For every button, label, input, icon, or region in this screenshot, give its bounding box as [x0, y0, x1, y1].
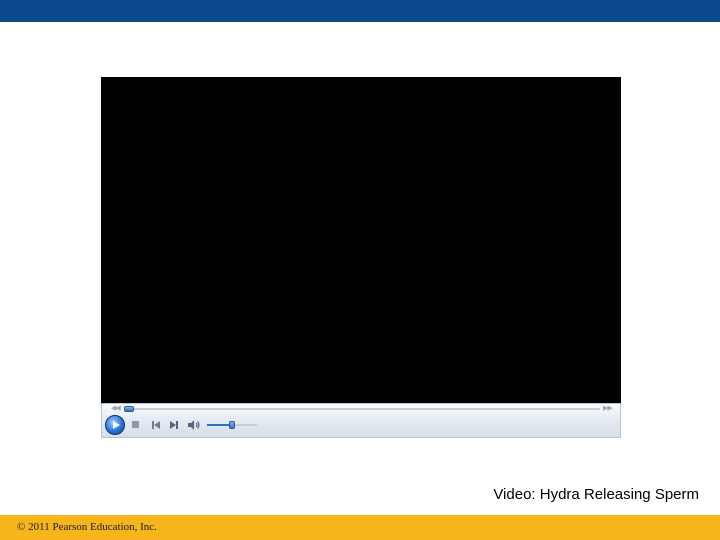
seek-row: ◀◀ ▶▶: [102, 404, 620, 415]
stop-icon[interactable]: [132, 421, 139, 428]
volume-thumb[interactable]: [229, 421, 235, 429]
footer-bar: © 2011 Pearson Education, Inc.: [0, 515, 720, 540]
seek-thumb[interactable]: [124, 406, 134, 412]
fast-forward-icon[interactable]: ▶▶: [603, 405, 613, 413]
next-icon[interactable]: [170, 421, 179, 429]
seek-bar[interactable]: [129, 408, 600, 410]
volume-icon[interactable]: [188, 420, 200, 430]
volume-slider[interactable]: [207, 421, 257, 429]
video-caption: Video: Hydra Releasing Sperm: [493, 486, 699, 503]
button-row: [102, 415, 620, 437]
header-bar: [0, 0, 720, 22]
media-player: ◀◀ ▶▶: [101, 77, 621, 438]
previous-icon[interactable]: [152, 421, 161, 429]
play-button[interactable]: [105, 415, 125, 435]
video-screen[interactable]: [101, 77, 621, 403]
copyright-text: © 2011 Pearson Education, Inc.: [17, 521, 157, 533]
rewind-icon[interactable]: ◀◀: [111, 405, 121, 413]
player-controls: ◀◀ ▶▶: [101, 403, 621, 438]
